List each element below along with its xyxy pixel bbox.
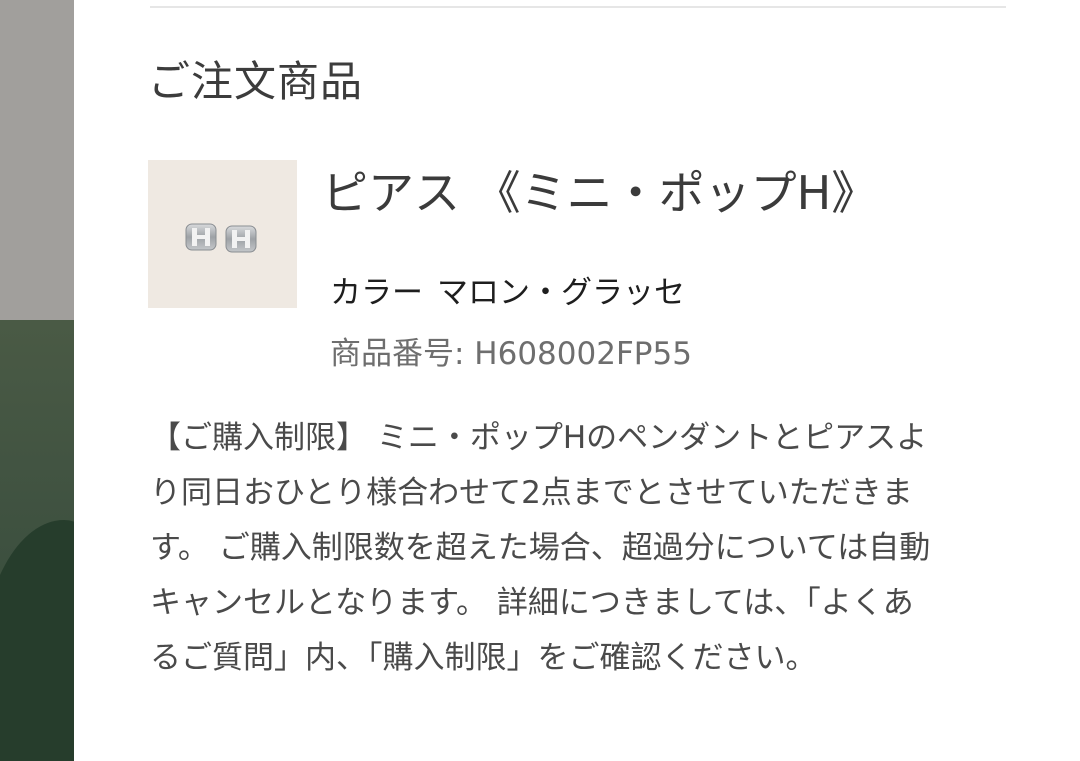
earring-left <box>185 223 217 251</box>
product-name: ピアス 《ミニ・ポップH》 <box>322 166 878 220</box>
purchase-limit-notice: 【ご購入制限】 ミニ・ポップHのペンダントとピアスより同日おひとり様合わせて2点… <box>150 420 931 676</box>
earrings-image <box>185 223 257 253</box>
color-label: カラー <box>330 275 423 311</box>
product-sku: 商品番号: H608002FP55 <box>330 336 692 372</box>
background-hill-shape <box>0 520 74 761</box>
background-image-panel <box>0 0 74 761</box>
product-thumbnail[interactable] <box>148 160 297 308</box>
background-gray-area <box>0 0 74 320</box>
color-value: マロン・グラッセ <box>437 275 685 311</box>
section-title: ご注文商品 <box>148 57 364 106</box>
product-color: カラー マロン・グラッセ <box>330 270 685 316</box>
earring-right <box>225 225 257 253</box>
top-divider <box>150 6 1006 8</box>
